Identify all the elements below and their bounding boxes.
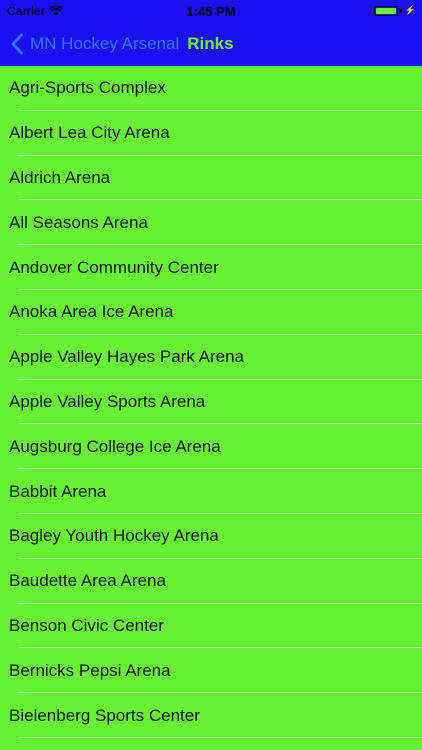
- battery-cap: [399, 8, 402, 13]
- list-item-label: Agri-Sports Complex: [9, 78, 166, 98]
- list-item[interactable]: All Seasons Arena: [0, 200, 422, 245]
- back-button[interactable]: MN Hockey Arsenal: [10, 33, 179, 55]
- list-item-label: Augsburg College Ice Arena: [9, 436, 221, 456]
- list-item-label: Anoka Area Ice Arena: [9, 302, 174, 322]
- list-item[interactable]: Bernicks Pepsi Arena: [0, 648, 422, 693]
- rink-list: Agri-Sports Complex Albert Lea City Arena…: [0, 66, 422, 738]
- list-item[interactable]: Anoka Area Ice Arena: [0, 290, 422, 335]
- list-item[interactable]: Agri-Sports Complex: [0, 66, 422, 111]
- back-button-label: MN Hockey Arsenal: [30, 34, 180, 53]
- list-item[interactable]: Bielenberg Sports Center: [0, 693, 422, 738]
- list-item-label: Apple Valley Sports Arena: [9, 391, 206, 411]
- battery-icon: [373, 5, 398, 16]
- status-bar: Carrier 1:45 PM ⚡: [0, 0, 422, 22]
- list-item[interactable]: Augsburg College Ice Arena: [0, 424, 422, 469]
- list-item-label: Bernicks Pepsi Arena: [9, 660, 171, 680]
- list-item[interactable]: Baudette Area Arena: [0, 559, 422, 604]
- list-item-label: Albert Lea City Arena: [9, 123, 170, 143]
- list-item[interactable]: Bagley Youth Hockey Arena: [0, 514, 422, 559]
- top-bar: Carrier 1:45 PM ⚡ MN Hockey Arsenal Rink…: [0, 0, 422, 66]
- list-item[interactable]: Babbit Arena: [0, 469, 422, 514]
- list-item[interactable]: Apple Valley Sports Arena: [0, 380, 422, 425]
- list-item[interactable]: Apple Valley Hayes Park Arena: [0, 335, 422, 380]
- bolt-icon: ⚡: [404, 5, 416, 15]
- battery-level: [375, 7, 396, 14]
- list-item[interactable]: Benson Civic Center: [0, 604, 422, 649]
- status-time: 1:45 PM: [186, 4, 236, 19]
- list-item-label: Andover Community Center: [9, 257, 219, 277]
- list-item-label: Babbit Arena: [9, 481, 107, 501]
- list-item-label: Bagley Youth Hockey Arena: [9, 526, 219, 546]
- list-item-label: Benson Civic Center: [9, 615, 164, 635]
- list-item-label: Aldrich Arena: [9, 167, 111, 187]
- navigation-bar: MN Hockey Arsenal Rinks: [0, 22, 422, 66]
- list-item-label: Bielenberg Sports Center: [9, 705, 200, 725]
- list-item[interactable]: Aldrich Arena: [0, 156, 422, 201]
- list-item-label: Apple Valley Hayes Park Arena: [9, 347, 244, 367]
- list-item[interactable]: Albert Lea City Arena: [0, 111, 422, 156]
- list-item[interactable]: Andover Community Center: [0, 245, 422, 290]
- battery-indicator: ⚡: [373, 5, 416, 16]
- list-item-label: Baudette Area Arena: [9, 571, 166, 591]
- page-title: Rinks: [187, 34, 234, 53]
- chevron-left-icon: [11, 33, 23, 55]
- list-item-label: All Seasons Arena: [9, 212, 148, 232]
